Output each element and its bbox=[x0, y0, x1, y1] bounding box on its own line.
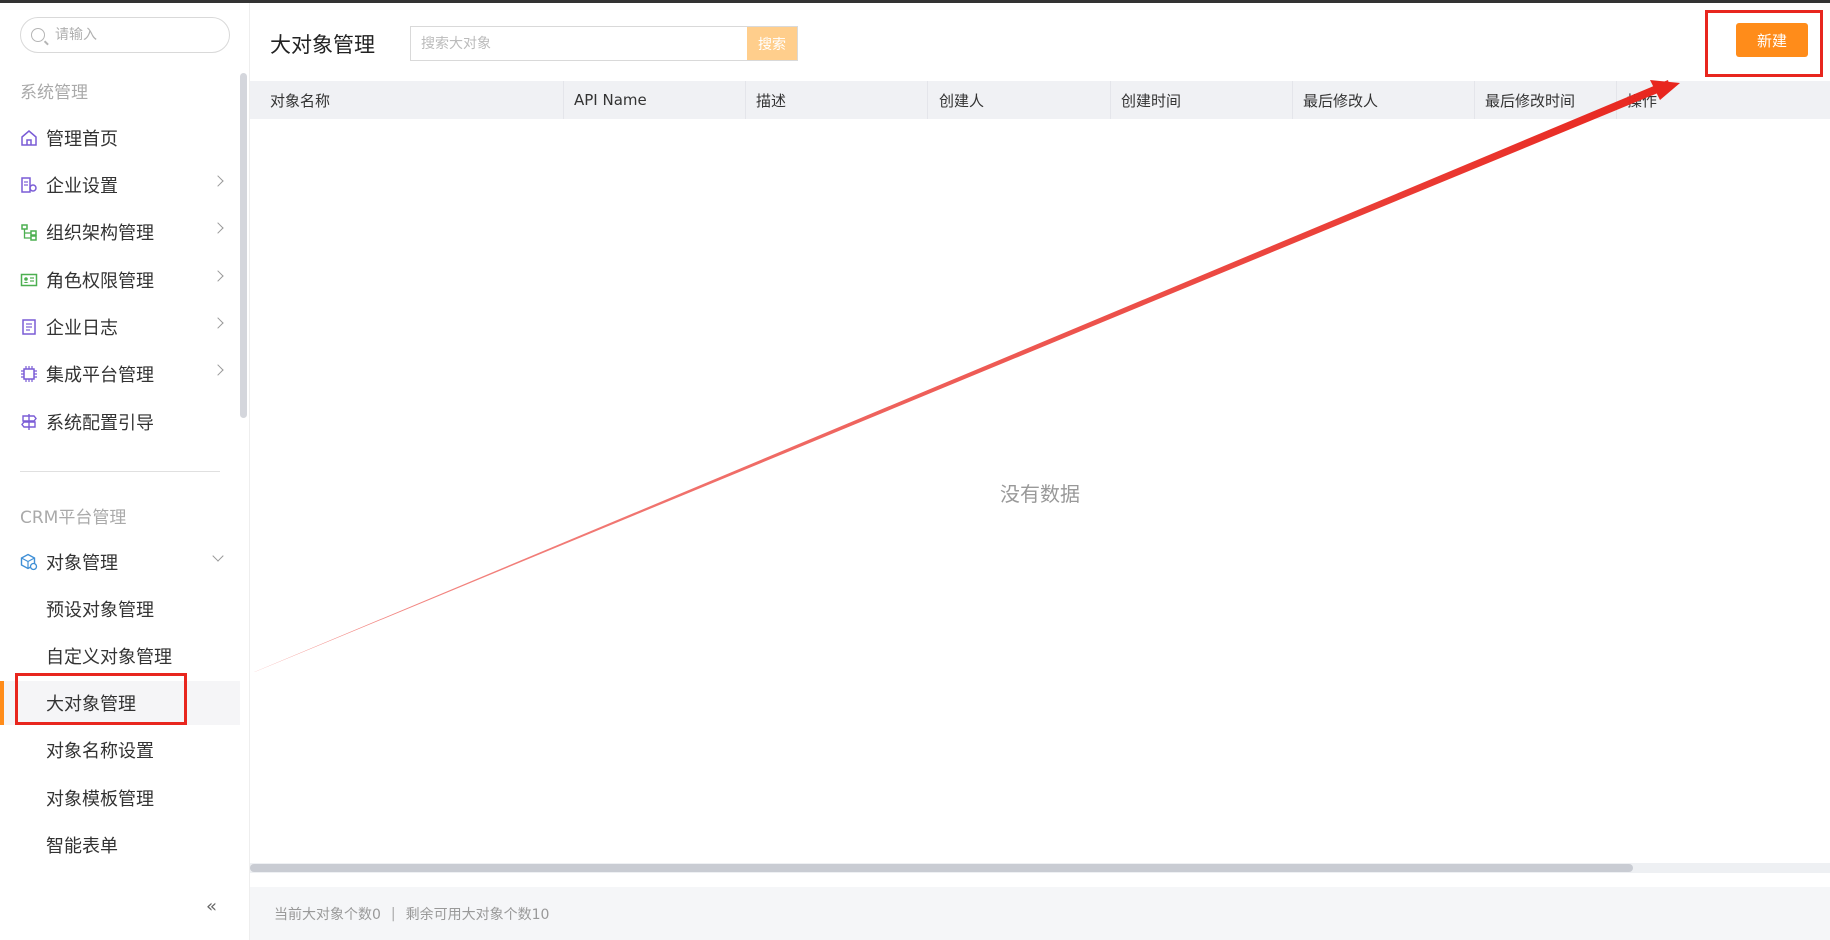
column-divider bbox=[927, 81, 928, 119]
main-content: 大对象管理 搜索 新建 对象名称 API Name 描述 创建人 创建时间 最后… bbox=[250, 3, 1830, 940]
chevron-right-icon bbox=[212, 317, 224, 329]
sidebar-item-enterprise-log[interactable]: 企业日志 bbox=[0, 305, 240, 349]
sidebar-item-enterprise-settings[interactable]: 企业设置 bbox=[0, 163, 240, 207]
sidebar-item-label: 角色权限管理 bbox=[46, 271, 154, 292]
search-button[interactable]: 搜索 bbox=[747, 27, 797, 60]
sidebar-subitem-object-name-settings[interactable]: 对象名称设置 bbox=[0, 728, 240, 772]
id-card-icon bbox=[20, 271, 38, 289]
building-icon bbox=[20, 176, 38, 194]
current-count-text: 当前大对象个数0 bbox=[274, 906, 381, 923]
column-header-api-name[interactable]: API Name bbox=[574, 81, 647, 119]
sidebar-subitem-smart-form[interactable]: 智能表单 bbox=[0, 823, 240, 867]
sidebar-item-label: 企业设置 bbox=[46, 176, 118, 197]
section-title-crm: CRM平台管理 bbox=[20, 508, 127, 528]
column-divider bbox=[1616, 81, 1617, 119]
search-icon bbox=[31, 28, 45, 42]
sidebar-item-object-management[interactable]: 对象管理 bbox=[0, 540, 240, 584]
column-divider bbox=[1292, 81, 1293, 119]
empty-state-text: 没有数据 bbox=[1000, 482, 1080, 506]
highlight-box-new-button bbox=[1705, 10, 1823, 77]
sidebar-search-input[interactable] bbox=[55, 27, 205, 43]
sidebar-item-config-guide[interactable]: 系统配置引导 bbox=[0, 400, 240, 444]
sidebar-item-label: 管理首页 bbox=[46, 129, 118, 150]
column-header-description[interactable]: 描述 bbox=[756, 81, 786, 119]
org-tree-icon bbox=[20, 223, 38, 241]
highlight-box-big-object-menu bbox=[15, 673, 187, 725]
sidebar-scrollbar[interactable] bbox=[240, 73, 247, 418]
sidebar-subitem-preset-objects[interactable]: 预设对象管理 bbox=[0, 587, 240, 631]
sidebar: 系统管理 管理首页 企业设置 组织架构管理 角色权限管理 企业日志 bbox=[0, 3, 250, 940]
sidebar-subitem-label: 智能表单 bbox=[46, 836, 118, 857]
column-header-creator[interactable]: 创建人 bbox=[939, 81, 984, 119]
sidebar-divider bbox=[20, 471, 220, 472]
horizontal-scrollbar[interactable] bbox=[250, 864, 1633, 872]
chevron-right-icon bbox=[212, 364, 224, 376]
chevron-right-icon bbox=[212, 222, 224, 234]
column-header-last-modifier[interactable]: 最后修改人 bbox=[1303, 81, 1378, 119]
sidebar-item-org-structure[interactable]: 组织架构管理 bbox=[0, 210, 240, 254]
column-header-created-time[interactable]: 创建时间 bbox=[1121, 81, 1181, 119]
footer-stats: 当前大对象个数0 | 剩余可用大对象个数10 bbox=[250, 887, 1830, 940]
column-header-last-modified-time[interactable]: 最后修改时间 bbox=[1485, 81, 1575, 119]
big-object-search-input[interactable] bbox=[411, 27, 747, 60]
sidebar-subitem-object-templates[interactable]: 对象模板管理 bbox=[0, 776, 240, 820]
sidebar-item-integration-platform[interactable]: 集成平台管理 bbox=[0, 352, 240, 396]
column-divider bbox=[563, 81, 564, 119]
table-header: 对象名称 API Name 描述 创建人 创建时间 最后修改人 最后修改时间 操… bbox=[250, 81, 1830, 119]
sidebar-item-label: 对象管理 bbox=[46, 553, 118, 574]
sidebar-item-label: 集成平台管理 bbox=[46, 365, 154, 386]
footer-separator: | bbox=[390, 905, 396, 922]
home-icon bbox=[20, 129, 38, 147]
signpost-icon bbox=[20, 413, 38, 431]
chevron-right-icon bbox=[212, 175, 224, 187]
sidebar-item-role-permissions[interactable]: 角色权限管理 bbox=[0, 258, 240, 302]
sidebar-subitem-custom-objects[interactable]: 自定义对象管理 bbox=[0, 634, 240, 678]
sidebar-subitem-label: 预设对象管理 bbox=[46, 600, 154, 621]
sidebar-item-home[interactable]: 管理首页 bbox=[0, 116, 240, 160]
sidebar-search[interactable] bbox=[20, 17, 230, 53]
page-title: 大对象管理 bbox=[270, 33, 375, 57]
chip-icon bbox=[20, 365, 38, 383]
sidebar-item-label: 企业日志 bbox=[46, 318, 118, 339]
chevron-down-icon bbox=[212, 550, 224, 562]
column-header-object-name[interactable]: 对象名称 bbox=[270, 81, 330, 119]
big-object-search: 搜索 bbox=[410, 26, 798, 61]
sidebar-subitem-label: 自定义对象管理 bbox=[46, 647, 172, 668]
column-divider bbox=[745, 81, 746, 119]
column-divider bbox=[1110, 81, 1111, 119]
chevron-right-icon bbox=[212, 270, 224, 282]
sidebar-subitem-label: 对象模板管理 bbox=[46, 789, 154, 810]
remaining-count-text: 剩余可用大对象个数10 bbox=[405, 906, 550, 923]
column-header-actions: 操作 bbox=[1627, 91, 1658, 110]
section-title-system: 系统管理 bbox=[20, 83, 88, 103]
sidebar-item-label: 组织架构管理 bbox=[46, 223, 154, 244]
sidebar-item-label: 系统配置引导 bbox=[46, 413, 154, 434]
column-divider bbox=[1474, 81, 1475, 119]
sidebar-subitem-label: 对象名称设置 bbox=[46, 741, 154, 762]
cube-gear-icon bbox=[20, 553, 38, 571]
collapse-sidebar-icon[interactable]: « bbox=[206, 896, 217, 917]
log-document-icon bbox=[20, 318, 38, 336]
